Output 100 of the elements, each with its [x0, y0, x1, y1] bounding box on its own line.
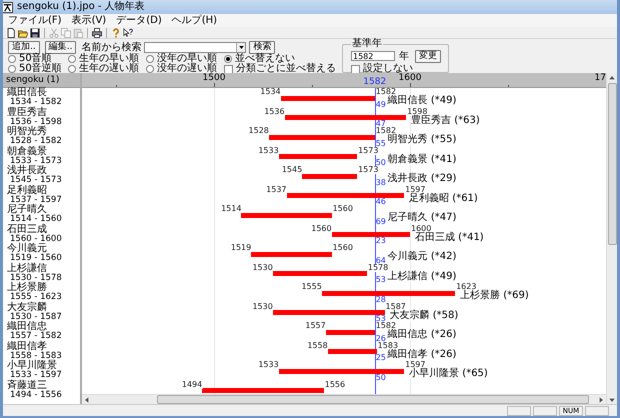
- lifespan-bar[interactable]: [241, 212, 332, 218]
- birth-year-label: 1557: [305, 322, 326, 330]
- person-label: 尼子晴久 (*47): [388, 213, 456, 223]
- age-label: 64: [376, 256, 386, 264]
- person-name[interactable]: 織田信長: [7, 88, 80, 98]
- person-name[interactable]: 小早川隆景: [7, 361, 80, 371]
- person-name[interactable]: 大友宗麟: [7, 302, 80, 312]
- status-panel: [585, 406, 609, 416]
- person-name[interactable]: 足利義昭: [7, 186, 80, 196]
- person-years: 1555 - 1623: [10, 293, 63, 302]
- person-name[interactable]: 今川義元: [7, 244, 80, 254]
- birth-year-label: 1530: [252, 264, 273, 272]
- vertical-scrollbar[interactable]: [606, 73, 617, 404]
- scroll-down-icon[interactable]: [608, 396, 616, 404]
- window-title: sengoku (1).jpo - 人物年表: [17, 1, 145, 13]
- lifespan-bar[interactable]: [278, 368, 404, 374]
- folder-icon[interactable]: [18, 28, 28, 38]
- person-years: 1534 - 1582: [10, 98, 63, 107]
- person-name[interactable]: 上杉景勝: [7, 283, 80, 293]
- checkbox[interactable]: [351, 64, 360, 74]
- age-label: 26: [376, 334, 386, 342]
- sort-option[interactable]: 没年の早い順: [146, 54, 224, 64]
- menu-item[interactable]: ファイル(F): [8, 14, 62, 26]
- radio-button[interactable]: [8, 55, 16, 63]
- person-name[interactable]: 尼子晴久: [7, 205, 80, 215]
- lifespan-bar[interactable]: [322, 290, 456, 296]
- birth-year-label: 1533: [258, 146, 279, 154]
- age-label: 50: [376, 374, 386, 380]
- person-name[interactable]: 浅井長政: [7, 166, 80, 176]
- birth-year-label: 1545: [282, 166, 302, 174]
- person-name[interactable]: 豊臣秀吉: [7, 108, 80, 118]
- person-name[interactable]: 明智光秀: [7, 127, 80, 137]
- person-years: 1514 - 1560: [9, 215, 63, 224]
- person-name[interactable]: 石田三成: [7, 224, 80, 234]
- birth-year-label: 1555: [301, 283, 322, 291]
- menu-item[interactable]: 表示(V): [72, 14, 106, 26]
- search-button[interactable]: 検索: [249, 40, 276, 54]
- person-years: 1536 - 1598: [10, 118, 63, 126]
- radio-button[interactable]: [224, 55, 232, 63]
- lifespan-bar[interactable]: [268, 134, 375, 140]
- birth-year-label: 1534: [260, 88, 281, 96]
- birth-year-label: 1537: [266, 186, 287, 194]
- death-year-label: 1600: [411, 224, 432, 232]
- death-year-label: 1582: [376, 322, 396, 330]
- person-label: 上杉謙信 (*49): [388, 272, 456, 282]
- radio-button[interactable]: [8, 65, 16, 73]
- axis-label: 1600: [398, 73, 422, 83]
- unit-label: 年: [399, 50, 409, 63]
- printer-icon[interactable]: [92, 28, 102, 38]
- radio-button[interactable]: [68, 55, 76, 63]
- sort-option[interactable]: 50音順: [8, 54, 68, 64]
- birth-year-label: 1533: [258, 361, 279, 369]
- person-name[interactable]: 上杉謙信: [7, 264, 80, 274]
- sort-option[interactable]: 並べ替えない: [224, 54, 336, 64]
- person-years: 1533 - 1573: [10, 156, 63, 166]
- age-label: 25: [376, 354, 386, 361]
- lifespan-bar[interactable]: [280, 96, 375, 100]
- reference-year-label: 1582: [363, 78, 386, 87]
- radio-button[interactable]: [146, 65, 154, 73]
- person-label: 足利義昭 (*61): [409, 194, 478, 204]
- age-label: 49: [376, 100, 386, 108]
- scroll-right-icon[interactable]: [597, 396, 605, 404]
- context-help-icon[interactable]: [123, 28, 133, 38]
- person-name[interactable]: 織田信孝: [7, 342, 80, 352]
- save-icon[interactable]: [30, 28, 40, 38]
- person-years: 1557 - 1582: [10, 332, 63, 341]
- death-year-label: 1578: [368, 264, 388, 272]
- lifespan-bar[interactable]: [326, 330, 375, 334]
- toolbar-button[interactable]: 追加..: [8, 40, 40, 54]
- person-label: 大友宗麟 (*58): [390, 310, 458, 320]
- person-years: 1545 - 1573: [9, 176, 63, 185]
- year-input[interactable]: 1582: [351, 51, 395, 61]
- death-year-label: 1556: [324, 380, 346, 388]
- person-label: 浅井長政 (*29): [388, 174, 456, 184]
- death-year-label: 1582: [376, 127, 396, 135]
- horizontal-scrollbar[interactable]: [82, 394, 606, 404]
- person-name[interactable]: 斉藤道三: [7, 380, 80, 390]
- menu-item[interactable]: ヘルプ(H): [172, 14, 218, 26]
- birth-year-label: 1514: [221, 205, 242, 213]
- radio-button[interactable]: [146, 55, 154, 63]
- person-years: 1533 - 1597: [10, 371, 63, 380]
- scroll-left-icon[interactable]: [83, 396, 91, 404]
- sort-option[interactable]: 生年の早い順: [68, 54, 146, 64]
- scrollbar-thumb[interactable]: [157, 395, 589, 404]
- lifespan-bar[interactable]: [251, 252, 332, 256]
- person-name[interactable]: 朝倉義景: [7, 146, 80, 156]
- person-label: 上杉景勝 (*69): [460, 291, 529, 301]
- status-panel: [533, 406, 557, 416]
- person-label: 豊臣秀吉 (*63): [411, 116, 480, 126]
- person-name[interactable]: 織田信忠: [7, 322, 80, 332]
- radio-button[interactable]: [68, 65, 76, 73]
- lifespan-bar[interactable]: [302, 174, 358, 178]
- age-label: 69: [376, 218, 386, 224]
- scrollbar-thumb[interactable]: [608, 83, 616, 245]
- change-button[interactable]: 変更: [415, 50, 441, 62]
- toolbar-button[interactable]: 編集..: [44, 40, 76, 54]
- person-label: 織田信忠 (*26): [388, 330, 456, 340]
- menu-item[interactable]: データ(D): [116, 14, 162, 26]
- age-label: 38: [376, 178, 386, 186]
- checkbox[interactable]: [224, 64, 233, 74]
